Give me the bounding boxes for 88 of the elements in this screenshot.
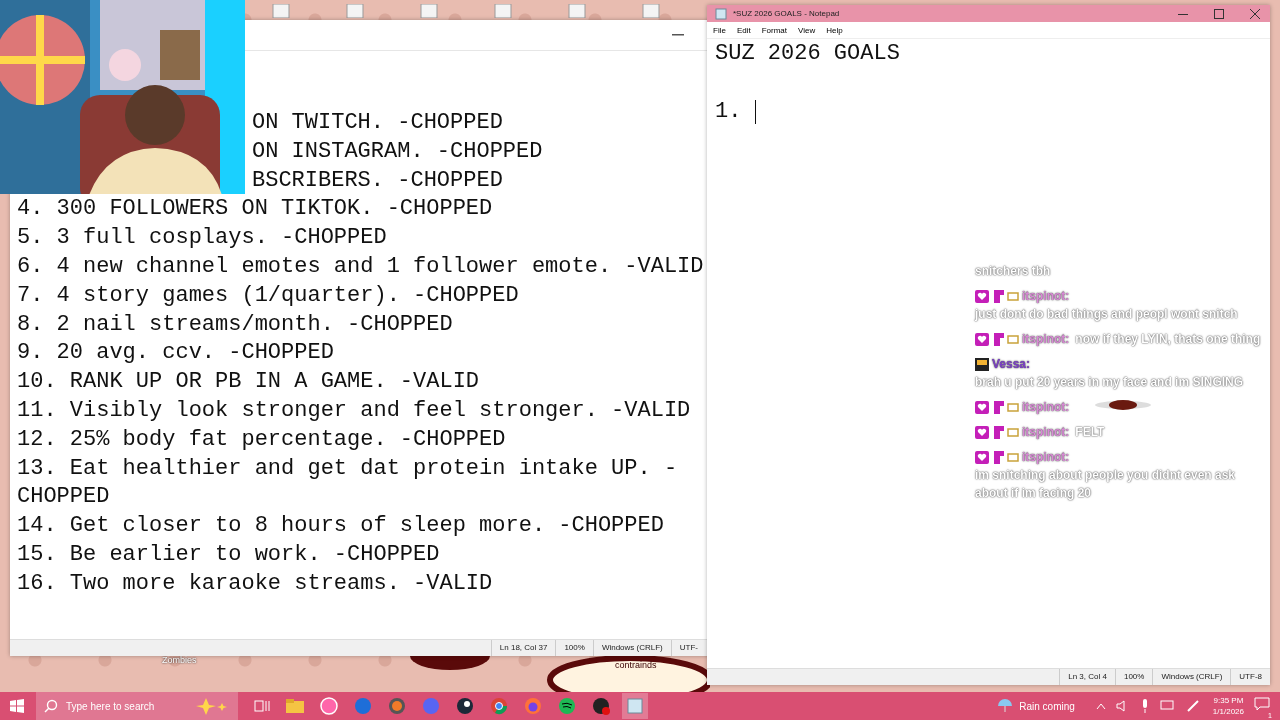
file-icon[interactable] — [418, 4, 440, 18]
search-box[interactable]: Type here to search — [36, 692, 238, 720]
browser-icon[interactable] — [490, 697, 508, 715]
text-line: 12. 25% body fat percentage. -CHOPPED — [17, 425, 506, 454]
file-icon[interactable] — [640, 4, 662, 18]
file-icon[interactable] — [566, 4, 588, 18]
search-icon — [44, 699, 58, 713]
text-line: ON INSTAGRAM. -CHOPPED — [252, 137, 543, 166]
text-line: 14. Get closer to 8 hours of sleep more. -CHOPPED — [17, 512, 664, 541]
status-text: Windows (CRLF) — [1152, 669, 1231, 685]
chat-username[interactable]: itspinot: — [1022, 448, 1070, 466]
chat-message: now if they LYIN, thats one thing — [1075, 331, 1261, 348]
badge-icon — [1007, 291, 1019, 301]
text-line: 11. Visibly look stronger and feel stronger. -VALID — [17, 396, 691, 425]
menu-item[interactable]: Edit — [736, 25, 751, 35]
text-line: 5. 3 full cosplays. -CHOPPED — [17, 224, 387, 253]
badge-icon — [992, 332, 1004, 346]
status-text: Ln 3, Col 4 — [1059, 669, 1115, 685]
chat-username[interactable]: itspinot: — [1022, 423, 1070, 441]
folder-icon[interactable] — [286, 699, 304, 713]
weather-icon — [997, 698, 1014, 714]
chat-username[interactable]: itspinot: — [1022, 287, 1070, 305]
clock-time[interactable]: 9:35 PM — [1213, 695, 1244, 706]
clock-date[interactable]: 1/1/2026 — [1212, 706, 1244, 717]
circle-app-icon[interactable] — [456, 697, 474, 715]
file-icon[interactable] — [492, 4, 514, 18]
text-line: ON TWITCH. -CHOPPED — [252, 109, 503, 137]
badge-icon — [992, 289, 1004, 303]
menu-item[interactable]: Format — [761, 25, 788, 35]
chat-username[interactable]: Vessa: — [992, 355, 1031, 373]
notepad-icon[interactable] — [622, 693, 648, 719]
badge-icon — [1007, 334, 1019, 344]
search-field[interactable]: Type here to search — [64, 699, 184, 713]
desktop-icon-label: contrainds — [615, 660, 657, 670]
text-line: BSCRIBERS. -CHOPPED — [252, 166, 503, 195]
chat-message: brah u put 20 years in my face and im SINGING — [975, 374, 1244, 391]
text-line: 15. Be earlier to work. -CHOPPED — [17, 540, 440, 569]
chat-message: FELT — [1075, 424, 1105, 441]
text-line: 13. Eat healthier and get dat protein intake UP. -CHOPPED — [17, 454, 679, 512]
status-text: 100% — [1114, 669, 1153, 685]
chat-message: im snitching about people you didnt even ask about if im facing 20 — [975, 467, 1237, 502]
text-line: 7. 4 story games (1/quarter). -CHOPPED — [17, 281, 519, 310]
status-text: UTF-8 — [1230, 669, 1270, 685]
emote-icon — [1093, 399, 1154, 411]
text-line: 4. 300 FOLLOWERS ON TIKTOK. -CHOPPED — [17, 195, 493, 224]
status-text: 100% — [555, 640, 593, 656]
chat-username[interactable]: itspinot: — [1022, 398, 1070, 416]
chevron-up-icon[interactable] — [1095, 702, 1106, 710]
text-line: 16. Two more karaoke streams. -VALID — [17, 569, 493, 598]
file-icon[interactable] — [270, 4, 292, 18]
browser-icon[interactable] — [524, 697, 542, 715]
pen-icon[interactable] — [1185, 699, 1200, 713]
status-text: Ln 18, Col 37 — [490, 640, 556, 656]
task-view-icon[interactable] — [254, 699, 270, 713]
status-text: Windows (CRLF) — [592, 640, 671, 656]
text-line: 9. 20 avg. ccv. -CHOPPED — [17, 339, 334, 368]
text-line: 6. 4 new channel emotes and 1 follower emote. -VALID — [17, 253, 704, 281]
menu-item[interactable]: File — [713, 25, 726, 35]
chat-username[interactable]: itspinot: — [1022, 330, 1070, 348]
close-icon[interactable] — [1250, 8, 1260, 19]
chat-message: snitchers tbh — [975, 264, 1051, 278]
badge-icon — [1007, 452, 1019, 462]
badge-icon — [1007, 427, 1019, 437]
badge-icon — [992, 425, 1004, 439]
network-icon[interactable] — [1159, 700, 1176, 712]
weather-text[interactable]: Rain coming — [1019, 700, 1075, 712]
text-line: 10. RANK UP OR PB IN A GAME. -VALID — [17, 368, 480, 397]
windows-start-icon[interactable] — [10, 699, 24, 713]
text-cursor — [755, 100, 757, 124]
chat-message: just dont do bad things and peopl wont snitch — [975, 306, 1238, 323]
desktop-icon-label: Zombies — [162, 655, 197, 665]
window-title: *SUZ 2026 GOALS - Notepad — [733, 9, 840, 18]
notepad-icon — [715, 7, 727, 20]
text-line: 8. 2 nail streams/month. -CHOPPED — [17, 310, 453, 339]
menu-item[interactable]: View — [798, 25, 816, 35]
status-text: UTF- — [670, 640, 706, 656]
minimize-icon[interactable] — [672, 33, 684, 37]
notification-icon[interactable] — [1254, 697, 1270, 711]
badge-icon — [1007, 402, 1019, 412]
text-line: SUZ 2026 GOALS — [715, 40, 900, 68]
circle-app-icon[interactable] — [558, 697, 576, 715]
text-line: 1. — [715, 97, 742, 126]
maximize-icon[interactable] — [1214, 8, 1224, 19]
badge-icon — [992, 450, 1004, 464]
record-app-icon[interactable] — [592, 697, 610, 715]
menu-item[interactable]: Help — [826, 25, 843, 35]
badge-icon — [992, 400, 1004, 414]
file-icon[interactable] — [344, 4, 366, 18]
